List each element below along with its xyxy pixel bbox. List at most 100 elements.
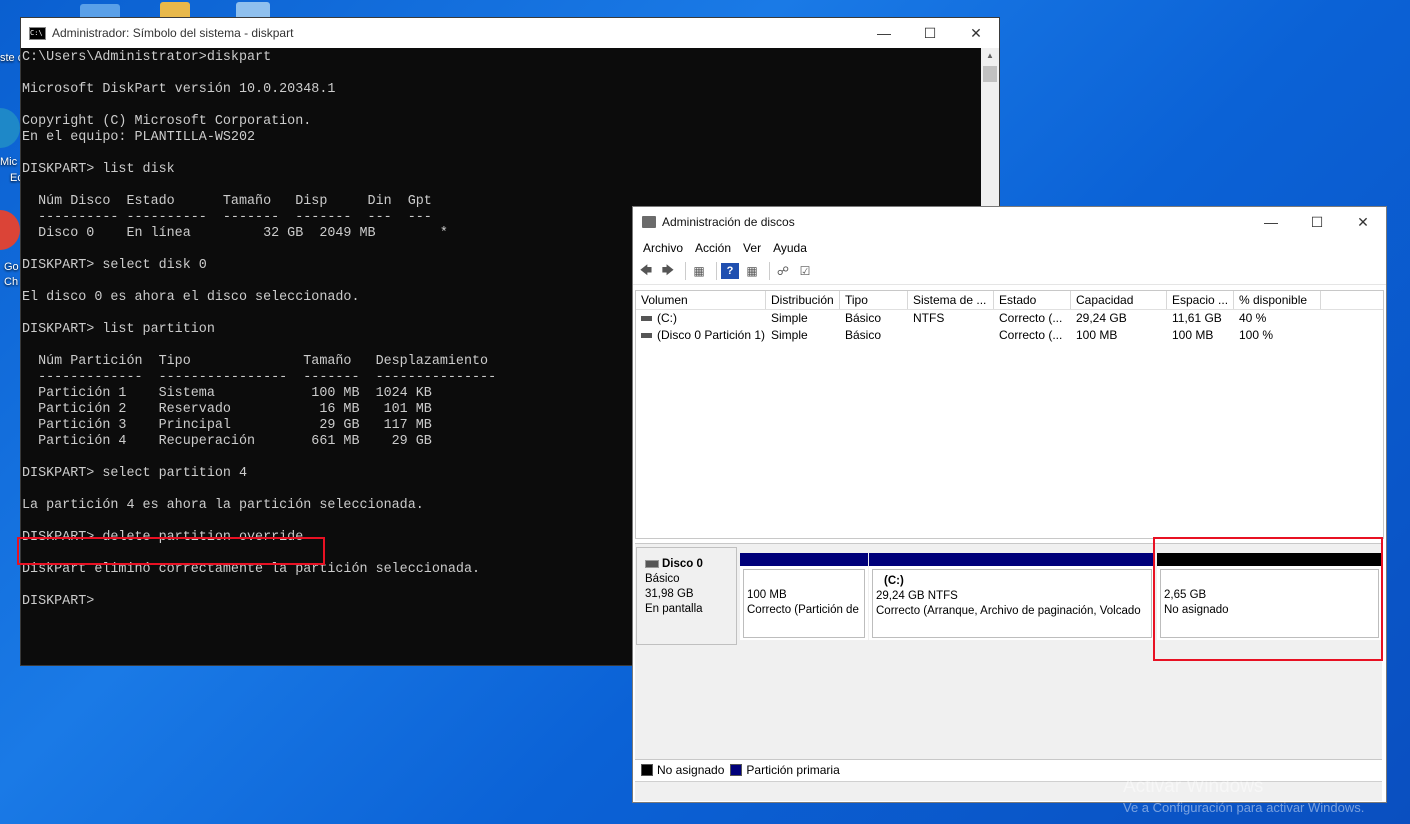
menu-bar: Archivo Acción Ver Ayuda bbox=[633, 237, 1386, 258]
legend-primary: Partición primaria bbox=[746, 763, 840, 777]
volume-cell: 100 MB bbox=[1172, 328, 1214, 342]
col-distribucion[interactable]: Distribución bbox=[766, 291, 840, 309]
volume-cell: 100 MB bbox=[1076, 328, 1118, 342]
minimize-button[interactable]: — bbox=[861, 18, 907, 48]
partition-system[interactable]: 100 MB Correcto (Partición de bbox=[740, 553, 868, 640]
volume-cell: 40 % bbox=[1239, 311, 1267, 325]
connect-icon[interactable]: ☍ bbox=[774, 263, 792, 279]
volume-list[interactable]: Volumen Distribución Tipo Sistema de ...… bbox=[635, 290, 1384, 539]
back-arrow-icon[interactable]: 🡄 bbox=[637, 263, 655, 279]
dm-maximize-button[interactable]: ☐ bbox=[1294, 207, 1340, 237]
volume-cell bbox=[908, 327, 994, 344]
legend: No asignado Partición primaria bbox=[635, 759, 1382, 780]
desktop-label-edge: Mic bbox=[0, 156, 18, 168]
cmd-titlebar[interactable]: C:\ Administrador: Símbolo del sistema -… bbox=[21, 18, 999, 48]
volume-drive-icon bbox=[641, 333, 652, 339]
volume-cell: 29,24 GB bbox=[1076, 311, 1127, 325]
volume-row[interactable]: (C:) Simple Básico NTFS Correcto (... 29… bbox=[636, 310, 1383, 327]
col-volumen[interactable]: Volumen bbox=[636, 291, 766, 309]
dm-close-button[interactable]: ✕ bbox=[1340, 207, 1386, 237]
volume-cell: 100 % bbox=[1239, 328, 1274, 342]
volume-row[interactable]: (Disco 0 Partición 1) Simple Básico Corr… bbox=[636, 327, 1383, 344]
forward-arrow-icon[interactable]: 🡆 bbox=[659, 263, 677, 279]
col-espacio[interactable]: Espacio ... bbox=[1167, 291, 1234, 309]
maximize-icon: ☐ bbox=[1310, 213, 1324, 230]
col-disponible[interactable]: % disponible bbox=[1234, 291, 1321, 309]
volume-cell: Correcto (... bbox=[999, 311, 1063, 325]
close-button[interactable]: ✕ bbox=[953, 18, 999, 48]
highlight-box-unallocated bbox=[1153, 537, 1383, 661]
close-icon: ✕ bbox=[1357, 213, 1369, 230]
disk-status: En pantalla bbox=[645, 603, 703, 615]
maximize-button[interactable]: ☐ bbox=[907, 18, 953, 48]
volume-cell: Básico bbox=[845, 328, 882, 342]
volume-name: (C:) bbox=[657, 311, 677, 325]
console-tree-icon[interactable]: ▦ bbox=[690, 263, 708, 279]
disk-size: 31,98 GB bbox=[645, 588, 694, 600]
dm-minimize-button[interactable]: — bbox=[1248, 207, 1294, 237]
col-sistema[interactable]: Sistema de ... bbox=[908, 291, 994, 309]
volume-cell: 11,61 GB bbox=[1172, 311, 1222, 325]
legend-swatch-unallocated bbox=[641, 764, 653, 776]
console-line: Copyright (C) Microsoft Corporation. bbox=[22, 114, 312, 129]
volume-list-header: Volumen Distribución Tipo Sistema de ...… bbox=[636, 291, 1383, 310]
toolbar: 🡄 🡆 ▦ ? ▦ ☍ ☑ bbox=[633, 258, 1386, 285]
minimize-icon: — bbox=[1264, 214, 1278, 230]
checklist-icon[interactable]: ☑ bbox=[796, 263, 814, 279]
legend-swatch-primary bbox=[730, 764, 743, 776]
partition-label: (C:) bbox=[884, 575, 904, 587]
close-icon: ✕ bbox=[970, 24, 982, 41]
edge-icon[interactable] bbox=[0, 108, 20, 148]
console-line: Microsoft DiskPart versión 10.0.20348.1 bbox=[22, 82, 336, 97]
properties-icon[interactable]: ▦ bbox=[743, 263, 761, 279]
col-tipo[interactable]: Tipo bbox=[840, 291, 908, 309]
disk-name: Disco 0 bbox=[662, 558, 703, 570]
volume-cell: Básico bbox=[845, 311, 882, 325]
cmd-window-title: Administrador: Símbolo del sistema - dis… bbox=[52, 26, 294, 40]
partition-c[interactable]: (C:) 29,24 GB NTFS Correcto (Arranque, A… bbox=[869, 553, 1155, 640]
volume-cell: Simple bbox=[771, 328, 808, 342]
highlight-box-command bbox=[17, 537, 325, 565]
col-capacidad[interactable]: Capacidad bbox=[1071, 291, 1167, 309]
menu-ayuda[interactable]: Ayuda bbox=[767, 241, 813, 255]
partition-status: Correcto (Partición de bbox=[747, 604, 859, 616]
partition-status: Correcto (Arranque, Archivo de paginació… bbox=[876, 605, 1141, 617]
volume-drive-icon bbox=[641, 316, 652, 322]
disk-info-label[interactable]: Disco 0 Básico 31,98 GB En pantalla bbox=[636, 547, 737, 645]
chrome-icon[interactable] bbox=[0, 210, 20, 250]
scroll-up-icon[interactable]: ▲ bbox=[981, 48, 999, 64]
volume-cell: Correcto (... bbox=[999, 328, 1063, 342]
console-line: DISKPART> list disk bbox=[22, 162, 175, 177]
scroll-thumb[interactable] bbox=[983, 66, 997, 82]
disk-icon bbox=[645, 559, 659, 568]
disk-management-window[interactable]: Administración de discos — ☐ ✕ Archivo A… bbox=[632, 206, 1387, 803]
dm-window-title: Administración de discos bbox=[662, 215, 795, 229]
desktop-label-chrome2: Ch bbox=[4, 276, 19, 288]
volume-name: (Disco 0 Partición 1) bbox=[657, 328, 766, 342]
dm-titlebar[interactable]: Administración de discos — ☐ ✕ bbox=[633, 207, 1386, 237]
minimize-icon: — bbox=[877, 25, 891, 41]
help-icon[interactable]: ? bbox=[721, 263, 739, 279]
activation-watermark-subtitle: Ve a Configuración para activar Windows. bbox=[1123, 800, 1365, 815]
console-line: En el equipo: PLANTILLA-WS202 bbox=[22, 130, 256, 145]
partition-size: 100 MB bbox=[747, 589, 787, 601]
console-line: C:\Users\Administrator>diskpart bbox=[22, 50, 272, 65]
volume-cell: NTFS bbox=[913, 311, 945, 325]
legend-unallocated: No asignado bbox=[657, 763, 725, 777]
disk-type: Básico bbox=[645, 573, 680, 585]
col-estado[interactable]: Estado bbox=[994, 291, 1071, 309]
activation-watermark-title: Activar Windows bbox=[1123, 776, 1264, 797]
volume-cell: Simple bbox=[771, 311, 808, 325]
desktop-label-chrome: Go bbox=[4, 261, 19, 273]
menu-accion[interactable]: Acción bbox=[689, 241, 737, 255]
partition-size: 29,24 GB NTFS bbox=[876, 590, 958, 602]
status-bar bbox=[635, 781, 1382, 801]
maximize-icon: ☐ bbox=[923, 24, 937, 41]
menu-ver[interactable]: Ver bbox=[737, 241, 767, 255]
menu-archivo[interactable]: Archivo bbox=[637, 241, 689, 255]
disk-management-app-icon bbox=[642, 216, 656, 228]
